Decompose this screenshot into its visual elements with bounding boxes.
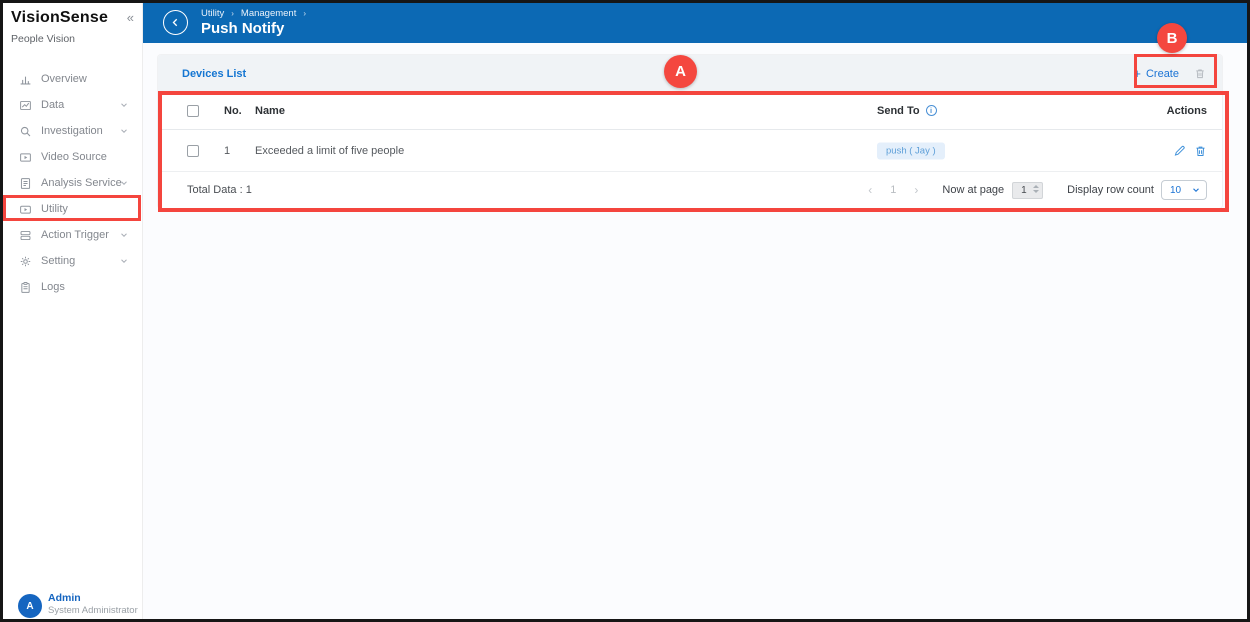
- now-at-page-label: Now at page: [942, 184, 1005, 196]
- sidebar-item-setting[interactable]: Setting: [3, 248, 142, 274]
- pagination: ‹ 1 ›: [868, 183, 918, 197]
- chevron-down-icon: [119, 100, 129, 110]
- footer-controls: ‹ 1 › Now at page 1 Display row count 10: [868, 172, 1207, 208]
- page-input-value: 1: [1021, 184, 1027, 196]
- info-icon[interactable]: i: [925, 105, 937, 116]
- next-page-icon[interactable]: ›: [914, 183, 918, 197]
- delete-icon[interactable]: [1194, 67, 1206, 80]
- app-logo-title: VisionSense: [11, 9, 109, 26]
- page-number[interactable]: 1: [890, 184, 896, 196]
- sidebar-collapse-icon[interactable]: «: [127, 10, 134, 25]
- user-role: System Administrator: [48, 605, 138, 616]
- sidebar-item-logs[interactable]: Logs: [3, 274, 142, 300]
- app-window: VisionSense « People Vision Overview Dat…: [0, 0, 1250, 622]
- sidebar-item-utility[interactable]: Utility: [3, 196, 142, 222]
- total-data-label: Total Data : 1: [187, 184, 252, 196]
- sidebar-item-label: Overview: [41, 73, 87, 85]
- edit-icon[interactable]: [1173, 144, 1186, 157]
- sidebar-item-data[interactable]: Data: [3, 92, 142, 118]
- main-content: Utility › Management › Push Notify Devic…: [143, 3, 1247, 619]
- page-title: Push Notify: [201, 20, 285, 37]
- column-header-send-to: Send To i: [877, 105, 937, 117]
- panel-actions: + Create: [1133, 55, 1206, 92]
- gear-icon: [18, 254, 32, 268]
- sidebar-item-label: Utility: [41, 203, 68, 215]
- sidebar-item-label: Video Source: [41, 151, 107, 163]
- row-checkbox[interactable]: [187, 144, 199, 157]
- layers-icon: [18, 228, 32, 242]
- table-row: 1 Exceeded a limit of five people push (…: [158, 130, 1222, 172]
- chevron-down-icon: [119, 178, 129, 188]
- search-icon: [18, 124, 32, 138]
- send-to-badge: push ( Jay ): [877, 142, 945, 159]
- plus-icon: +: [1133, 65, 1141, 81]
- utility-play-icon: [18, 202, 32, 216]
- document-icon: [18, 176, 32, 190]
- row-actions: [1173, 144, 1207, 157]
- sidebar-item-action-trigger[interactable]: Action Trigger: [3, 222, 142, 248]
- chevron-down-icon: [1191, 185, 1201, 195]
- row-name: Exceeded a limit of five people: [255, 144, 405, 157]
- row-no: 1: [224, 144, 231, 157]
- table-footer: Total Data : 1 ‹ 1 › Now at page 1 Displ…: [158, 172, 1222, 208]
- sidebar-menu: Overview Data Investigation Video Source…: [3, 66, 142, 300]
- sidebar: VisionSense « People Vision Overview Dat…: [3, 3, 143, 619]
- chevron-down-icon: [119, 126, 129, 136]
- sidebar-item-video-source[interactable]: Video Source: [3, 144, 142, 170]
- sidebar-item-label: Setting: [41, 255, 76, 267]
- sidebar-item-overview[interactable]: Overview: [3, 66, 142, 92]
- send-to-label: Send To: [877, 104, 920, 117]
- sidebar-item-analysis-service[interactable]: Analysis Service: [3, 170, 142, 196]
- sidebar-item-label: Investigation: [41, 125, 103, 137]
- user-name: Admin: [48, 592, 81, 604]
- display-row-count-label: Display row count: [1067, 184, 1154, 196]
- column-header-name: Name: [255, 104, 285, 117]
- sidebar-item-label: Action Trigger: [41, 229, 109, 241]
- trash-icon[interactable]: [1194, 144, 1207, 157]
- clipboard-icon: [18, 280, 32, 294]
- sidebar-item-label: Logs: [41, 281, 65, 293]
- breadcrumb-separator: ›: [303, 9, 307, 18]
- chevron-down-icon: [119, 230, 129, 240]
- sidebar-item-label: Data: [41, 99, 65, 111]
- spinner-arrows-icon[interactable]: [1033, 184, 1040, 193]
- data-chart-icon: [18, 98, 32, 112]
- prev-page-icon[interactable]: ‹: [868, 183, 872, 197]
- breadcrumb-separator: ›: [231, 9, 234, 18]
- video-icon: [18, 150, 32, 164]
- avatar[interactable]: A: [18, 594, 42, 618]
- row-count-value: 10: [1170, 184, 1182, 196]
- breadcrumb-item-utility[interactable]: Utility: [201, 8, 224, 19]
- column-header-actions: Actions: [1166, 104, 1207, 117]
- create-button-label: Create: [1145, 67, 1179, 80]
- breadcrumb: Utility › Management ›: [201, 8, 306, 19]
- column-header-no: No.: [224, 104, 242, 117]
- app-subtitle: People Vision: [11, 33, 76, 45]
- sidebar-item-label: Analysis Service: [41, 177, 122, 189]
- chevron-left-icon: [172, 18, 178, 27]
- breadcrumb-item-management[interactable]: Management: [241, 8, 296, 19]
- panel-title: Devices List: [182, 67, 247, 80]
- chevron-down-icon: [119, 256, 129, 266]
- table-header-row: No. Name Send To i Actions: [158, 92, 1222, 130]
- page-number-input[interactable]: 1: [1012, 181, 1044, 199]
- create-button[interactable]: + Create: [1133, 65, 1179, 81]
- back-button[interactable]: [163, 10, 188, 35]
- select-all-checkbox[interactable]: [187, 104, 199, 117]
- bar-chart-icon: [18, 72, 32, 86]
- panel-header: Devices List + Create: [158, 55, 1222, 92]
- devices-list-panel: Devices List + Create No. Name Send To i…: [158, 55, 1222, 208]
- row-count-select[interactable]: 10: [1161, 180, 1207, 200]
- page-header: Utility › Management › Push Notify: [143, 3, 1247, 43]
- sidebar-item-investigation[interactable]: Investigation: [3, 118, 142, 144]
